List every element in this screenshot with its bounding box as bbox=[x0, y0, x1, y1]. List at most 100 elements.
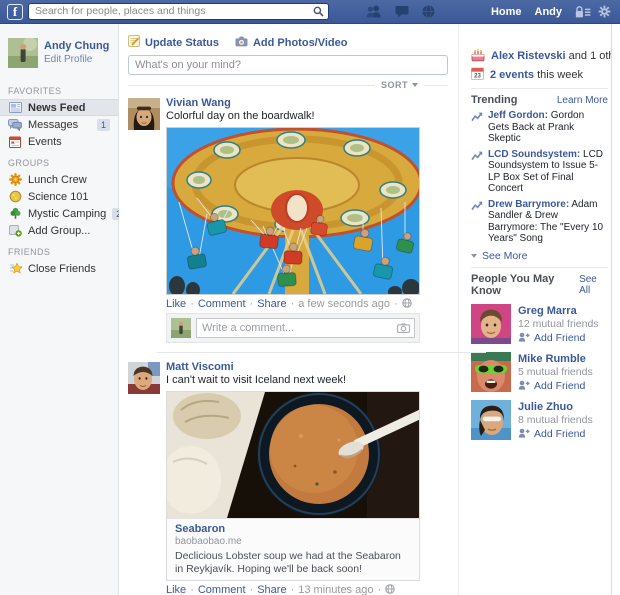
pymk-person: Greg Marra 12 mutual friends Add Friend bbox=[471, 304, 608, 345]
unread-count-badge: 1 bbox=[97, 119, 110, 131]
avatar[interactable] bbox=[471, 304, 511, 344]
person-name-link[interactable]: Mike Rumble bbox=[518, 353, 593, 366]
events-reminder: 23 2 events this week bbox=[471, 67, 608, 83]
notifications-icon[interactable] bbox=[422, 5, 435, 18]
composer: Update Status Add Photos/Video bbox=[128, 36, 448, 49]
news-feed-icon bbox=[8, 101, 22, 115]
settings-gear-icon[interactable] bbox=[598, 5, 611, 18]
top-navigation-bar: f Home Andy bbox=[0, 0, 620, 24]
like-link[interactable]: Like bbox=[166, 584, 186, 595]
see-all-link[interactable]: See All bbox=[579, 274, 608, 296]
post-author-link[interactable]: Matt Viscomi bbox=[166, 361, 234, 374]
like-link[interactable]: Like bbox=[166, 298, 186, 310]
lunch-crew-group-icon bbox=[8, 173, 22, 187]
trending-arrow-icon bbox=[471, 150, 483, 195]
sidebar-item-science-101[interactable]: Science 101 bbox=[0, 188, 118, 205]
post-author-link[interactable]: Vivian Wang bbox=[166, 97, 231, 110]
status-note-icon bbox=[128, 35, 140, 50]
divider bbox=[471, 88, 608, 89]
trending-arrow-icon bbox=[471, 111, 483, 145]
birthday-person-link[interactable]: Alex Ristevski bbox=[491, 50, 566, 62]
camera-icon[interactable] bbox=[397, 323, 410, 336]
trending-item: Drew Barrymore: Adam Sandler & Drew Barr… bbox=[471, 199, 608, 245]
mutual-friends: 12 mutual friends bbox=[518, 318, 599, 331]
pymk-person: Julie Zhuo 8 mutual friends Add Friend bbox=[471, 400, 608, 441]
person-name-link[interactable]: Greg Marra bbox=[518, 305, 599, 318]
messages-icon[interactable] bbox=[395, 5, 409, 18]
comment-box bbox=[166, 313, 420, 343]
scrollbar-gutter[interactable] bbox=[611, 24, 620, 595]
svg-text:23: 23 bbox=[474, 74, 481, 80]
pymk-person: Mike Rumble 5 mutual friends Add Friend bbox=[471, 352, 608, 393]
person-name-link[interactable]: Julie Zhuo bbox=[518, 401, 593, 414]
close-friends-star-icon bbox=[8, 262, 22, 276]
mystic-camping-group-icon bbox=[8, 207, 22, 221]
search-icon[interactable] bbox=[313, 6, 324, 20]
avatar[interactable] bbox=[128, 362, 160, 394]
add-photos-button[interactable]: Add Photos/Video bbox=[235, 36, 348, 50]
comment-link[interactable]: Comment bbox=[198, 298, 246, 310]
science-101-group-icon bbox=[8, 190, 22, 204]
add-friend-button[interactable]: Add Friend bbox=[518, 332, 599, 345]
trending-arrow-icon bbox=[471, 200, 483, 245]
add-photos-camera-icon bbox=[235, 36, 248, 50]
add-friend-button[interactable]: Add Friend bbox=[518, 380, 593, 393]
timestamp-link[interactable]: a few seconds ago bbox=[298, 298, 390, 310]
status-input[interactable] bbox=[128, 55, 448, 75]
attachment-title-link[interactable]: Seabaron bbox=[175, 523, 225, 535]
privacy-globe-icon bbox=[385, 584, 395, 595]
trending-topic-link[interactable]: Drew Barrymore: bbox=[488, 199, 569, 210]
right-sidebar: Alex Ristevski and 1 other 23 2 events t… bbox=[458, 24, 611, 595]
pymk-header: People You May Know See All bbox=[471, 273, 608, 297]
home-link[interactable]: Home bbox=[491, 6, 522, 18]
attachment-caption: Seabaron baobaobao.me Declicious Lobster… bbox=[167, 519, 419, 580]
sidebar-item-close-friends[interactable]: Close Friends bbox=[0, 260, 118, 277]
friend-requests-icon[interactable] bbox=[366, 5, 382, 18]
trending-topic-link[interactable]: Jeff Gordon: bbox=[488, 110, 548, 121]
link-attachment[interactable]: Seabaron baobaobao.me Declicious Lobster… bbox=[166, 391, 420, 581]
edit-profile-link[interactable]: Edit Profile bbox=[44, 54, 109, 65]
avatar[interactable] bbox=[128, 98, 160, 130]
post-photo-carousel[interactable] bbox=[166, 127, 420, 295]
sidebar-item-lunch-crew[interactable]: Lunch Crew bbox=[0, 171, 118, 188]
sidebar-item-news-feed[interactable]: News Feed bbox=[0, 99, 118, 116]
events-count-link[interactable]: 2 events bbox=[490, 69, 534, 81]
mutual-friends: 5 mutual friends bbox=[518, 366, 593, 379]
comment-link[interactable]: Comment bbox=[198, 584, 246, 595]
sidebar-item-add-group[interactable]: Add Group... bbox=[0, 222, 118, 239]
avatar[interactable] bbox=[8, 38, 38, 68]
add-friend-button[interactable]: Add Friend bbox=[518, 428, 593, 441]
post-message: Colorful day on the boardwalk! bbox=[166, 110, 448, 123]
privacy-globe-icon bbox=[402, 298, 412, 311]
share-link[interactable]: Share bbox=[257, 298, 286, 310]
attachment-photo-soup[interactable] bbox=[167, 392, 419, 519]
search-input[interactable] bbox=[28, 3, 329, 20]
avatar[interactable] bbox=[471, 400, 511, 440]
profile-link[interactable]: Andy bbox=[535, 6, 563, 18]
sidebar-item-events[interactable]: Events bbox=[0, 133, 118, 150]
attachment-domain: baobaobao.me bbox=[175, 536, 411, 548]
trending-topic-link[interactable]: LCD Soundsystem: bbox=[488, 149, 580, 160]
learn-more-link[interactable]: Learn More bbox=[557, 95, 608, 106]
comment-input[interactable] bbox=[196, 318, 415, 338]
sort-control[interactable]: SORT bbox=[128, 78, 448, 92]
sidebar-item-messages[interactable]: Messages 1 bbox=[0, 116, 118, 133]
avatar[interactable] bbox=[471, 352, 511, 392]
news-feed-column: Update Status Add Photos/Video SORT bbox=[119, 24, 458, 595]
calendar-icon: 23 bbox=[471, 67, 484, 83]
update-status-button[interactable]: Update Status bbox=[128, 35, 219, 50]
divider bbox=[471, 267, 608, 268]
timestamp-link[interactable]: 13 minutes ago bbox=[298, 584, 373, 595]
facebook-logo[interactable]: f bbox=[7, 4, 23, 20]
privacy-shortcuts-icon[interactable] bbox=[575, 6, 591, 18]
post-divider bbox=[157, 352, 486, 353]
trending-header: Trending Learn More bbox=[471, 94, 608, 106]
sidebar-item-mystic-camping[interactable]: Mystic Camping 2 bbox=[0, 205, 118, 222]
facebook-page: f Home Andy bbox=[0, 0, 620, 595]
birthday-cake-icon bbox=[471, 48, 485, 65]
add-friend-icon bbox=[518, 428, 530, 441]
share-link[interactable]: Share bbox=[257, 584, 286, 595]
add-friend-icon bbox=[518, 380, 530, 393]
user-name-link[interactable]: Andy Chung bbox=[44, 38, 109, 52]
see-more-button[interactable]: See More bbox=[471, 250, 608, 262]
